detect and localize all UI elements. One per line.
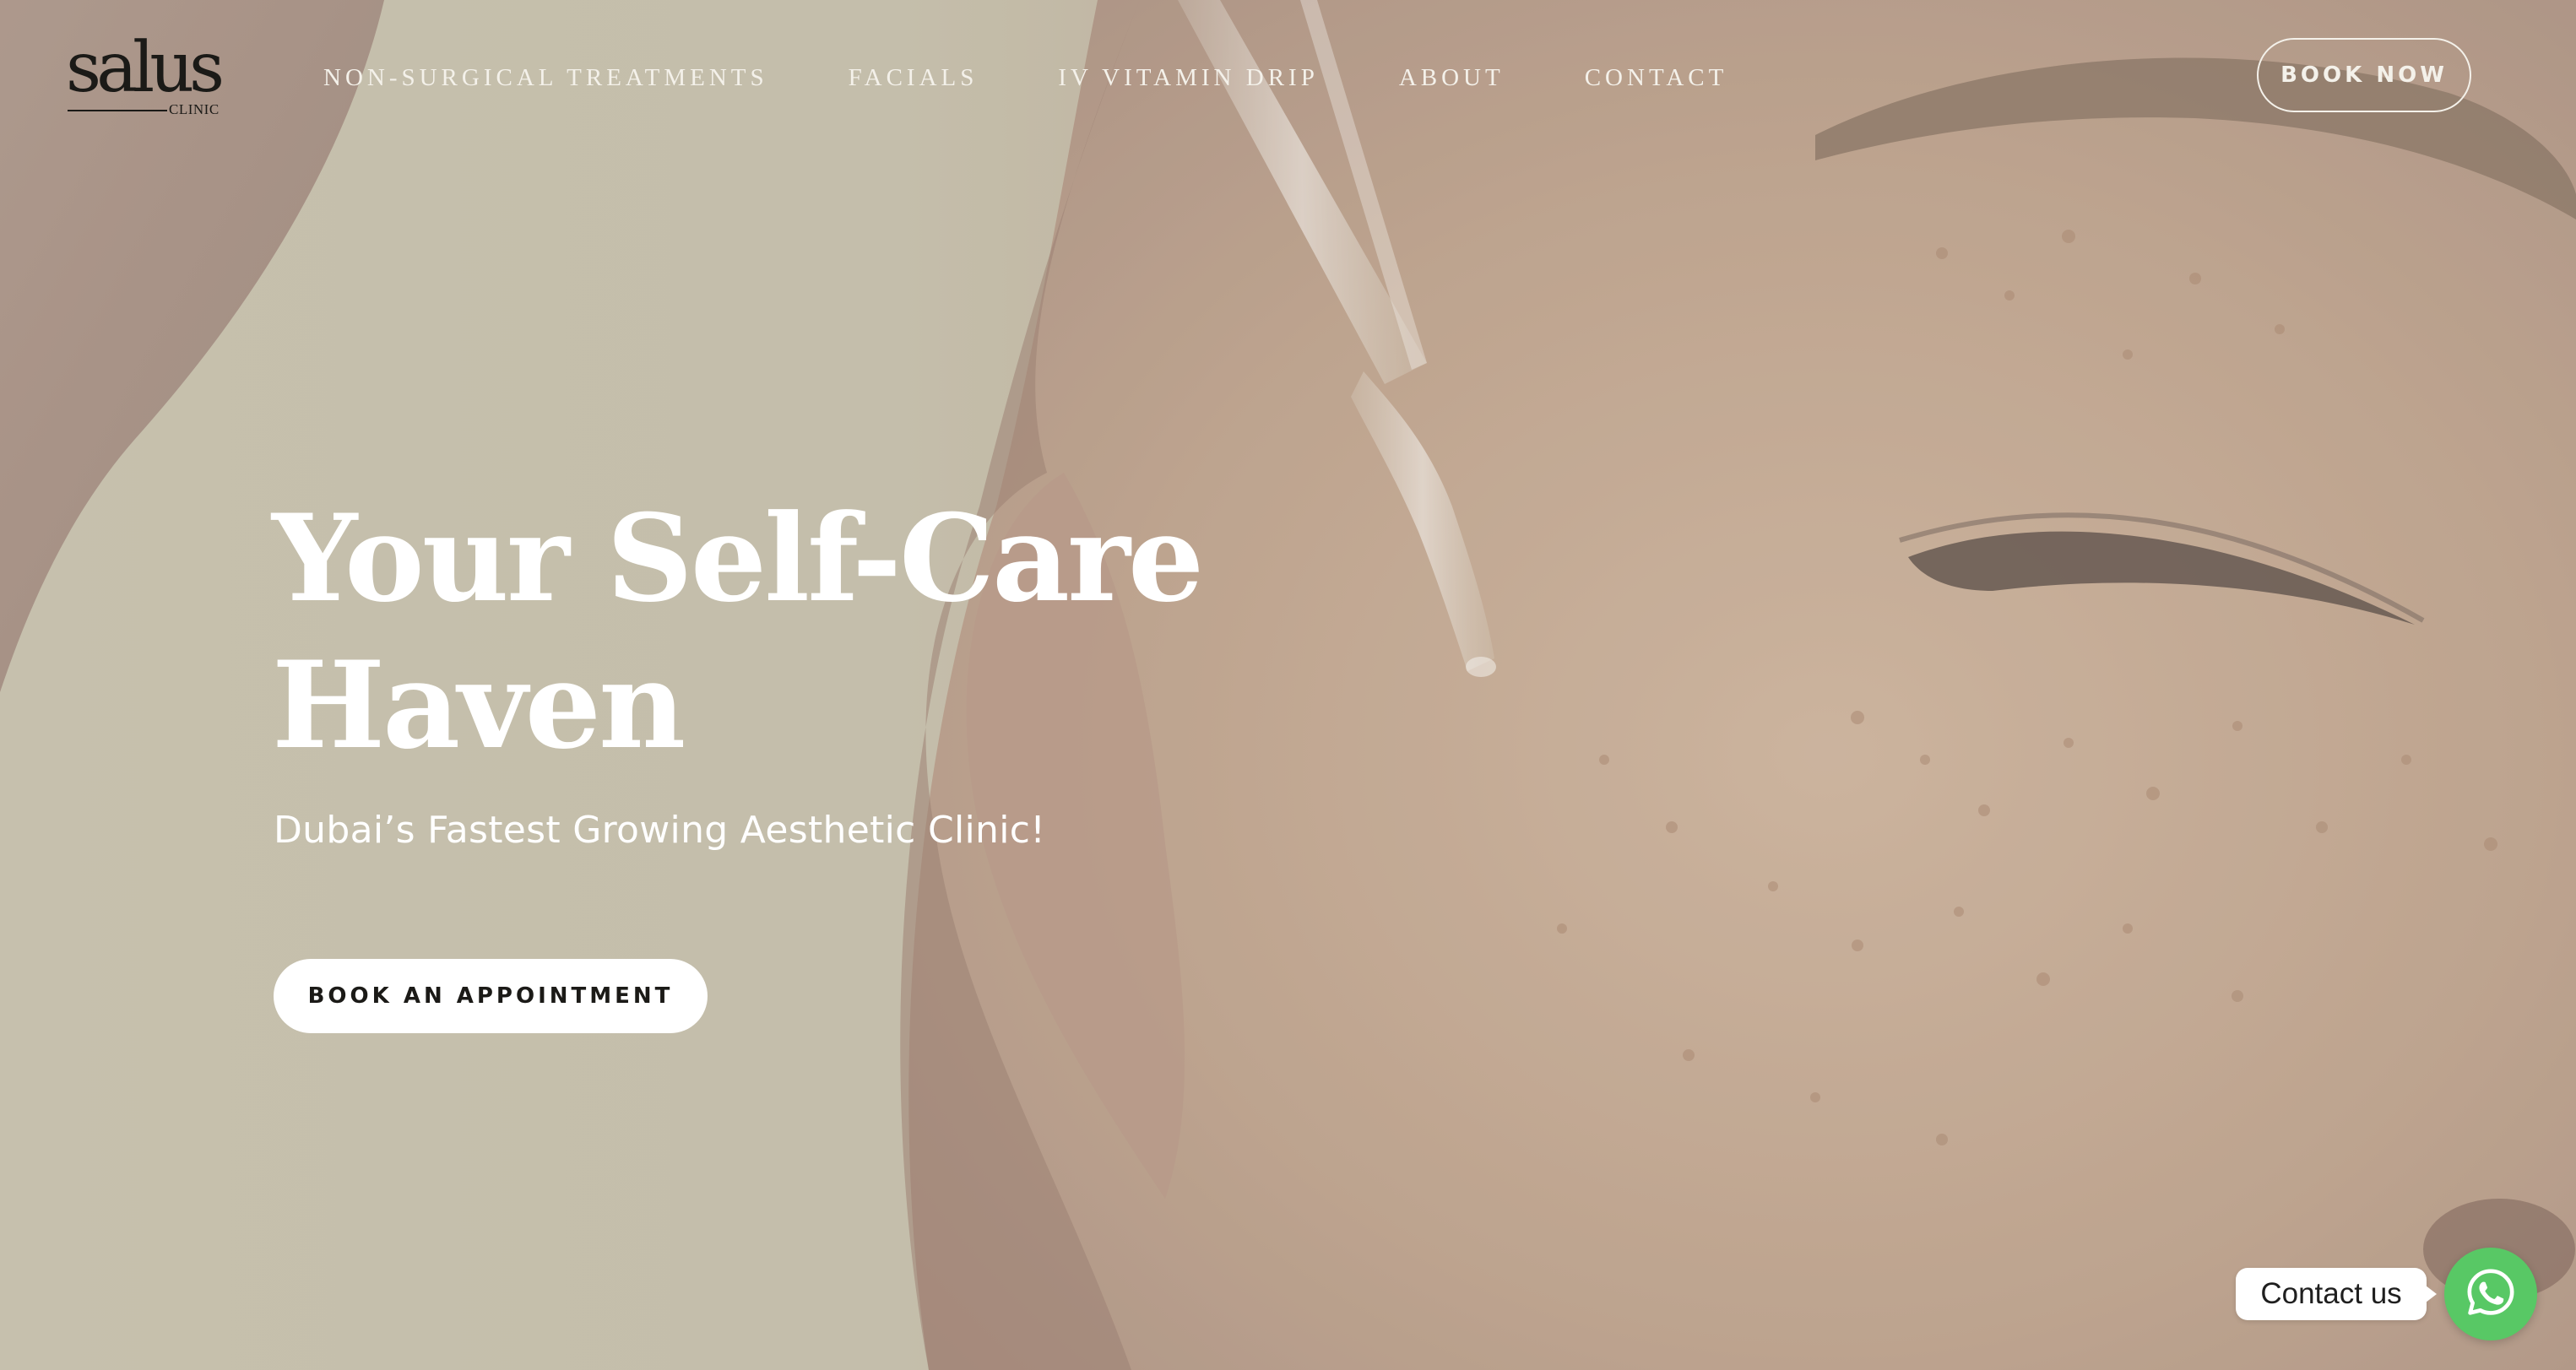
hero-title: Your Self-Care Haven: [272, 485, 1285, 779]
main-navigation: NON-SURGICAL TREATMENTS FACIALS IV VITAM…: [323, 61, 1727, 95]
nav-item-facials[interactable]: FACIALS: [849, 61, 979, 95]
logo-wordmark: salus: [66, 28, 225, 108]
whatsapp-chat-button[interactable]: [2444, 1248, 2537, 1340]
nav-item-non-surgical-treatments[interactable]: NON-SURGICAL TREATMENTS: [323, 61, 768, 95]
book-now-button[interactable]: BOOK NOW: [2257, 38, 2471, 112]
whatsapp-icon: [2465, 1266, 2517, 1323]
nav-item-about[interactable]: ABOUT: [1399, 61, 1505, 95]
contact-us-bubble[interactable]: Contact us: [2236, 1268, 2437, 1320]
book-appointment-button[interactable]: BOOK AN APPOINTMENT: [274, 959, 708, 1033]
nav-item-iv-vitamin-drip[interactable]: IV VITAMIN DRIP: [1058, 61, 1318, 95]
hero-title-line-1: Your Self-Care: [272, 489, 1204, 629]
salus-clinic-logo[interactable]: salus CLINIC: [66, 28, 225, 118]
hero-subtitle: Dubai’s Fastest Growing Aesthetic Clinic…: [274, 809, 1046, 852]
nav-item-contact[interactable]: CONTACT: [1585, 61, 1728, 95]
hero-title-line-2: Haven: [272, 636, 686, 776]
logo-subtitle: CLINIC: [169, 101, 220, 117]
logo-underline: [68, 110, 167, 111]
